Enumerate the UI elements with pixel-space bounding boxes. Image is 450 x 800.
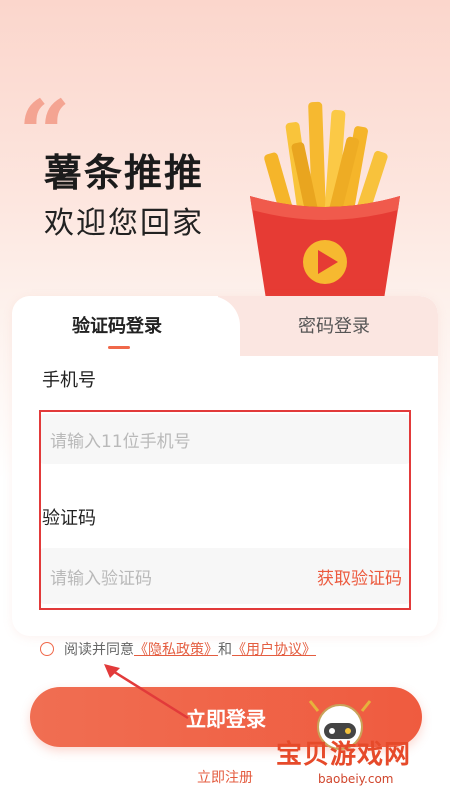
agreement-radio[interactable] <box>40 642 54 656</box>
fries-illustration <box>250 101 400 316</box>
app-title: 薯条推推 <box>44 151 205 195</box>
phone-label: 手机号 <box>42 370 96 391</box>
phone-placeholder: 请输入11位手机号 <box>50 431 191 452</box>
watermark-url: baobeiy.com <box>318 772 394 786</box>
get-code-button[interactable]: 获取验证码 <box>317 564 402 589</box>
code-label: 验证码 <box>42 508 96 529</box>
tab-password-login-label: 密码登录 <box>298 316 370 337</box>
privacy-policy-link[interactable]: 《隐私政策》 <box>134 639 218 659</box>
watermark-text: 宝贝游戏网 <box>276 740 412 770</box>
tab-code-login[interactable]: 验证码登录 <box>12 296 240 360</box>
agreement-row: 阅读并同意 《隐私政策》 和 《用户协议》 <box>40 638 316 660</box>
code-placeholder: 请输入验证码 <box>50 568 152 589</box>
code-input[interactable]: 请输入验证码 获取验证码 <box>40 548 410 604</box>
annotation-arrow-icon <box>104 664 189 720</box>
user-agreement-link[interactable]: 《用户协议》 <box>232 639 316 659</box>
active-tab-indicator <box>108 346 130 349</box>
hero-banner: “ 薯条推推 欢迎您回家 <box>0 0 450 320</box>
agreement-and: 和 <box>218 642 232 658</box>
tab-code-login-label: 验证码登录 <box>72 316 162 337</box>
welcome-subtitle: 欢迎您回家 <box>44 206 204 241</box>
agreement-prefix: 阅读并同意 <box>64 642 134 658</box>
login-card: 密码登录 验证码登录 手机号 请输入11位手机号 验证码 请输入验证码 获取验证… <box>12 296 438 636</box>
phone-input[interactable]: 请输入11位手机号 <box>40 414 410 464</box>
tab-password-login[interactable]: 密码登录 <box>218 296 438 356</box>
